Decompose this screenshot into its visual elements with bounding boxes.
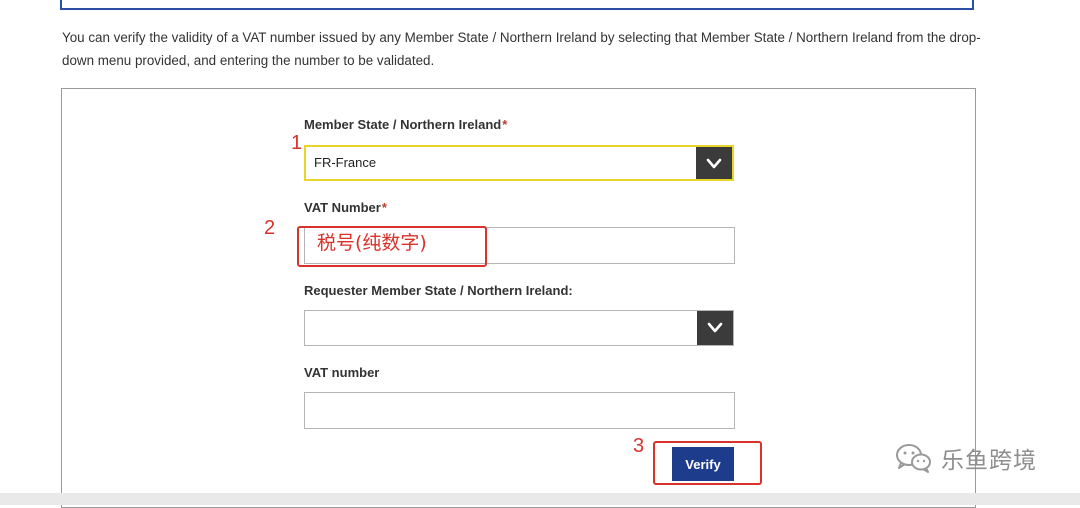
watermark-text: 乐鱼跨境	[941, 448, 1037, 474]
requester-member-state-select[interactable]	[304, 310, 734, 346]
requester-vat-number-input[interactable]	[304, 392, 735, 429]
vat-number-label-text: VAT Number	[304, 200, 381, 215]
chevron-down-icon	[707, 322, 723, 333]
required-marker: *	[502, 117, 508, 132]
member-state-label: Member State / Northern Ireland*	[304, 117, 507, 132]
annotation-verify-highlight-box	[653, 441, 762, 485]
vat-number-label: VAT Number*	[304, 200, 387, 215]
bottom-scroll-area	[0, 493, 1080, 505]
member-state-dropdown-toggle[interactable]	[696, 147, 732, 179]
requester-member-state-label: Requester Member State / Northern Irelan…	[304, 283, 573, 298]
wechat-icon	[896, 444, 931, 473]
required-marker: *	[381, 200, 387, 215]
member-state-selected-value: FR-France	[314, 155, 377, 170]
chevron-down-icon	[706, 158, 722, 169]
intro-text: You can verify the validity of a VAT num…	[62, 30, 981, 68]
annotation-step-1: 1	[291, 132, 303, 154]
member-state-label-text: Member State / Northern Ireland	[304, 117, 502, 132]
annotation-vat-note: 税号(纯数字)	[317, 232, 427, 254]
member-state-select[interactable]: FR-France	[304, 145, 734, 181]
annotation-step-2: 2	[264, 217, 276, 239]
requester-member-state-dropdown-toggle[interactable]	[697, 311, 733, 345]
requester-vat-number-label: VAT number	[304, 365, 380, 380]
watermark: 乐鱼跨境	[895, 440, 1037, 476]
previous-panel-border	[60, 0, 974, 10]
annotation-step-3: 3	[633, 435, 645, 457]
